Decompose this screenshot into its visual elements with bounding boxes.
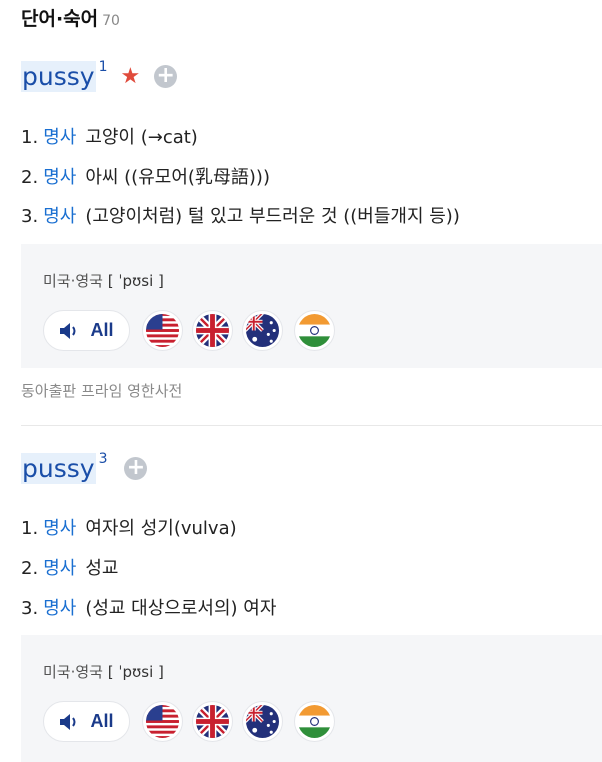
play-all-label: All (90, 711, 114, 731)
definition-item: 3. 명사 (성교 대상으로서의) 여자 (21, 594, 276, 620)
part-of-speech: 명사 (43, 127, 77, 148)
flag-uk-button[interactable] (192, 310, 233, 351)
flag-au-icon (245, 313, 280, 348)
definition-text: 고양이 (→cat) (85, 127, 198, 148)
definition-number: 1. (21, 127, 39, 148)
part-of-speech: 명사 (43, 518, 77, 539)
homonym-number: 1 (98, 59, 108, 75)
definition-item: 2. 명사 아씨 ((유모어(乳母語))) (21, 163, 270, 189)
entry-word-link[interactable]: pussy (21, 453, 96, 484)
flag-uk-icon (195, 313, 230, 348)
definition-number: 3. (21, 206, 39, 227)
flag-au-icon (245, 704, 280, 739)
flag-us-icon (145, 313, 180, 348)
definition-number: 2. (21, 558, 39, 579)
phonetic-text: [ ˈpʊsi ] (107, 272, 164, 290)
pronunciation-label: 미국·영국 [ ˈpʊsi ] (43, 661, 164, 682)
definition-number: 3. (21, 598, 39, 619)
pronunciation-box: 미국·영국 [ ˈpʊsi ] All (21, 635, 602, 762)
flag-in-button[interactable] (294, 310, 335, 351)
definition-text: (고양이처럼) 털 있고 부드러운 것 ((버들개지 등)) (85, 206, 460, 227)
result-count: 70 (102, 13, 120, 29)
play-all-button[interactable]: All (43, 310, 130, 351)
definition-item: 1. 명사 고양이 (→cat) (21, 123, 198, 149)
part-of-speech: 명사 (43, 167, 77, 188)
speaker-icon (60, 713, 76, 730)
definition-item: 3. 명사 (고양이처럼) 털 있고 부드러운 것 ((버들개지 등)) (21, 202, 460, 228)
phonetic-text: [ ˈpʊsi ] (107, 663, 164, 681)
flag-uk-icon (195, 704, 230, 739)
definition-text: 성교 (85, 558, 119, 579)
entry-word-link[interactable]: pussy (21, 61, 96, 92)
part-of-speech: 명사 (43, 206, 77, 227)
definition-item: 2. 명사 성교 (21, 554, 118, 580)
play-all-label: All (90, 320, 114, 340)
definition-number: 1. (21, 518, 39, 539)
part-of-speech: 명사 (43, 558, 77, 579)
pronunciation-label: 미국·영국 [ ˈpʊsi ] (43, 270, 164, 291)
flag-in-button[interactable] (294, 701, 335, 742)
add-wordbook-icon[interactable]: + (154, 65, 178, 88)
accent-label: 미국·영국 (43, 663, 103, 681)
flag-in-icon (297, 313, 332, 348)
play-all-button[interactable]: All (43, 701, 130, 742)
section-title-text: 단어·숙어 (21, 8, 99, 30)
flag-in-icon (297, 704, 332, 739)
flag-us-button[interactable] (142, 701, 183, 742)
section-title: 단어·숙어 70 (21, 4, 120, 31)
speaker-icon (60, 322, 76, 339)
add-wordbook-icon[interactable]: + (124, 457, 148, 480)
entry-header: pussy 1 ★ + (21, 59, 178, 92)
definition-text: (성교 대상으로서의) 여자 (85, 598, 277, 619)
accent-label: 미국·영국 (43, 272, 103, 290)
dictionary-source: 동아출판 프라임 영한사전 (21, 382, 183, 400)
star-icon: ★ (120, 64, 141, 89)
flag-us-icon (145, 704, 180, 739)
definition-text: 아씨 ((유모어(乳母語))) (85, 167, 270, 188)
definition-text: 여자의 성기(vulva) (85, 518, 237, 539)
entry-header: pussy 3 + (21, 451, 148, 484)
flag-au-button[interactable] (242, 310, 283, 351)
entry-divider (21, 425, 602, 426)
flag-us-button[interactable] (142, 310, 183, 351)
part-of-speech: 명사 (43, 598, 77, 619)
flag-uk-button[interactable] (192, 701, 233, 742)
homonym-number: 3 (98, 451, 108, 467)
definition-number: 2. (21, 167, 39, 188)
pronunciation-box: 미국·영국 [ ˈpʊsi ] All (21, 244, 602, 368)
flag-au-button[interactable] (242, 701, 283, 742)
definition-item: 1. 명사 여자의 성기(vulva) (21, 514, 237, 540)
